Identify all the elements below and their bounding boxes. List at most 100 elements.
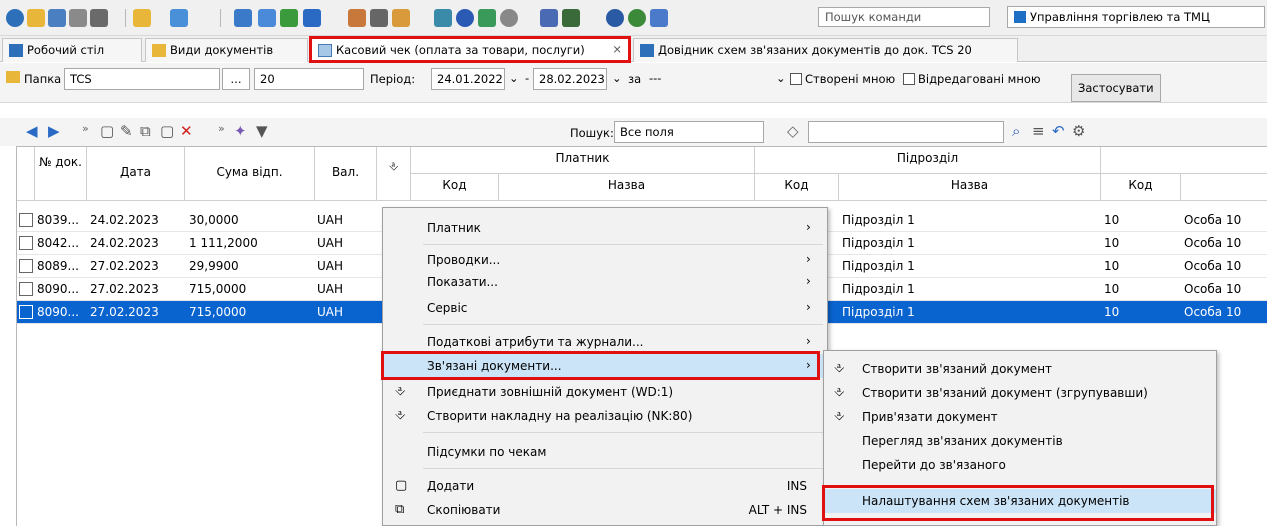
tab-scheme-directory[interactable]: Довідник схем зв'язаних документів до до… [633, 38, 1018, 62]
window-icon[interactable] [434, 9, 452, 27]
menu-item-totals[interactable]: Підсумки по чекам [383, 440, 827, 464]
edit-icon[interactable] [48, 9, 66, 27]
submenu-create-linked-grouped[interactable]: ⎀ Створити зв'язаний документ (згрупувавш… [824, 381, 1216, 405]
header-number[interactable]: № док. [35, 147, 87, 201]
menu-item-tax[interactable]: Податкові атрибути та журнали... › [383, 330, 827, 354]
undo-icon[interactable]: ↶ [1052, 122, 1065, 140]
row-checkbox[interactable] [19, 259, 33, 273]
menu-item-create-invoice[interactable]: ⎀ Створити накладну на реалізацію (NK:80) [383, 404, 827, 428]
menu-item-linked-documents[interactable]: Зв'язані документи... › [383, 354, 827, 378]
header-code[interactable]: Код [1101, 174, 1181, 201]
filter-icon[interactable]: ▼ [256, 122, 268, 140]
menu-item-payer[interactable]: Платник › [383, 216, 827, 240]
more-icon[interactable]: » [218, 122, 225, 135]
forward-icon[interactable]: ▶ [48, 122, 60, 140]
calc-icon[interactable] [478, 9, 496, 27]
menu-item-postings[interactable]: Проводки... › [383, 248, 827, 272]
report-icon[interactable] [234, 9, 252, 27]
tab-cash-receipt[interactable]: Касовий чек (оплата за товари, послуги) × [311, 38, 629, 63]
menu-item-attach-external[interactable]: ⎀ Приєднати зовнішній документ (WD:1) [383, 380, 827, 404]
view-icon[interactable]: ▢ [160, 122, 174, 140]
header-subdivision: Підрозділ [755, 147, 1101, 174]
list-icon[interactable]: ≡ [1032, 122, 1045, 140]
settings-icon[interactable] [370, 9, 388, 27]
globe-icon[interactable] [628, 9, 646, 27]
menu-item-copy[interactable]: ⧉ Скопіювати ALT + INS [383, 498, 827, 522]
table-icon[interactable] [280, 9, 298, 27]
settings-icon[interactable]: ⚙ [1072, 122, 1085, 140]
chevron-down-icon[interactable]: ⌄ [612, 71, 622, 85]
home-page-icon[interactable] [650, 9, 668, 27]
menu-item-show[interactable]: Показати... › [383, 270, 827, 294]
header-sum[interactable]: Сума відп. [185, 147, 315, 201]
tab-desktop[interactable]: Робочий стіл [2, 38, 142, 62]
chevron-right-icon: › [806, 300, 811, 314]
header-date[interactable]: Дата [87, 147, 185, 201]
submenu-scheme-settings[interactable]: Налаштування схем зв'язаних документів [824, 489, 1216, 513]
chevron-down-icon[interactable]: ⌄ [509, 71, 519, 85]
cell-person: Особа 10 [1184, 236, 1242, 250]
image-icon[interactable] [258, 9, 276, 27]
header-sub-code[interactable]: Код [755, 174, 839, 201]
row-checkbox[interactable] [19, 282, 33, 296]
chart-icon[interactable] [303, 9, 321, 27]
home-icon[interactable] [6, 9, 24, 27]
chevron-down-icon[interactable]: ⌄ [776, 71, 786, 85]
period-label: Період: [370, 72, 416, 86]
list-icon[interactable] [69, 9, 87, 27]
row-checkbox[interactable] [19, 236, 33, 250]
close-icon[interactable]: × [612, 42, 622, 56]
submenu-create-linked[interactable]: ⎀ Створити зв'язаний документ [824, 357, 1216, 381]
magic-wand-icon[interactable]: ✦ [234, 122, 247, 140]
submenu-goto-linked[interactable]: Перейти до зв'язаного [824, 453, 1216, 477]
folder-browse-button[interactable]: ... [222, 68, 250, 90]
export-icon[interactable] [562, 9, 580, 27]
cell-number: 8039... [37, 213, 79, 227]
user-icon[interactable] [348, 9, 366, 27]
edit-document-icon[interactable]: ✎ [120, 122, 133, 140]
back-icon[interactable]: ◀ [26, 122, 38, 140]
find-icon[interactable]: ⌕ [1012, 122, 1020, 140]
cell-person: Особа 10 [1184, 259, 1242, 273]
more-icon[interactable]: » [82, 122, 89, 135]
star-icon[interactable] [456, 9, 474, 27]
help-icon[interactable] [606, 9, 624, 27]
za-select[interactable]: --- [644, 68, 780, 90]
main-toolbar: Пошук команди Управління торгівлею та ТМ… [0, 0, 1267, 36]
edited-by-me-checkbox[interactable]: Відредаговані мною [903, 72, 1041, 86]
open-icon[interactable] [133, 9, 151, 27]
header-sub-name[interactable]: Назва [839, 174, 1101, 201]
delete-icon[interactable]: ✕ [180, 122, 193, 140]
row-checkbox[interactable] [19, 305, 33, 319]
apply-button[interactable]: Застосувати [1071, 74, 1161, 102]
header-currency[interactable]: Вал. [315, 147, 377, 201]
menu-item-add[interactable]: ▢ Додати INS [383, 474, 827, 498]
created-by-me-checkbox[interactable]: Створені мною [790, 72, 895, 86]
tab-doc-types[interactable]: Види документів [145, 38, 308, 62]
users-icon[interactable] [392, 9, 410, 27]
menu-item-service[interactable]: Сервіс › [383, 296, 827, 320]
submenu-view-linked[interactable]: Перегляд зв'язаних документів [824, 429, 1216, 453]
gear-icon[interactable] [500, 9, 518, 27]
mail-icon[interactable] [540, 9, 558, 27]
header-payer-name[interactable]: Назва [499, 174, 755, 201]
copy-icon[interactable]: ⧉ [140, 122, 151, 140]
header-payer-code[interactable]: Код [411, 174, 499, 201]
header-extra-name[interactable] [1181, 174, 1267, 201]
new-document-icon[interactable]: ▢ [100, 122, 114, 140]
search-scope-select[interactable]: Все поля [614, 121, 764, 143]
module-selector[interactable]: Управління торгівлею та ТМЦ [1007, 6, 1265, 28]
row-checkbox[interactable] [19, 213, 33, 227]
document-icon[interactable] [90, 9, 108, 27]
submenu-bind-document[interactable]: ⎀ Прив'язати документ [824, 405, 1216, 429]
eraser-icon[interactable]: ◇ [787, 122, 799, 140]
date-from-input[interactable]: 24.01.2022 [431, 68, 505, 90]
folder-number-input[interactable]: 20 [254, 68, 364, 90]
date-to-input[interactable]: 28.02.2023 [533, 68, 607, 90]
command-search-input[interactable]: Пошук команди [818, 7, 990, 27]
search-input[interactable] [808, 121, 1004, 143]
save-icon[interactable] [170, 9, 188, 27]
cell-sub-name: Підрозділ 1 [842, 259, 915, 273]
folder-icon[interactable] [27, 9, 45, 27]
folder-input[interactable]: TCS [64, 68, 220, 90]
